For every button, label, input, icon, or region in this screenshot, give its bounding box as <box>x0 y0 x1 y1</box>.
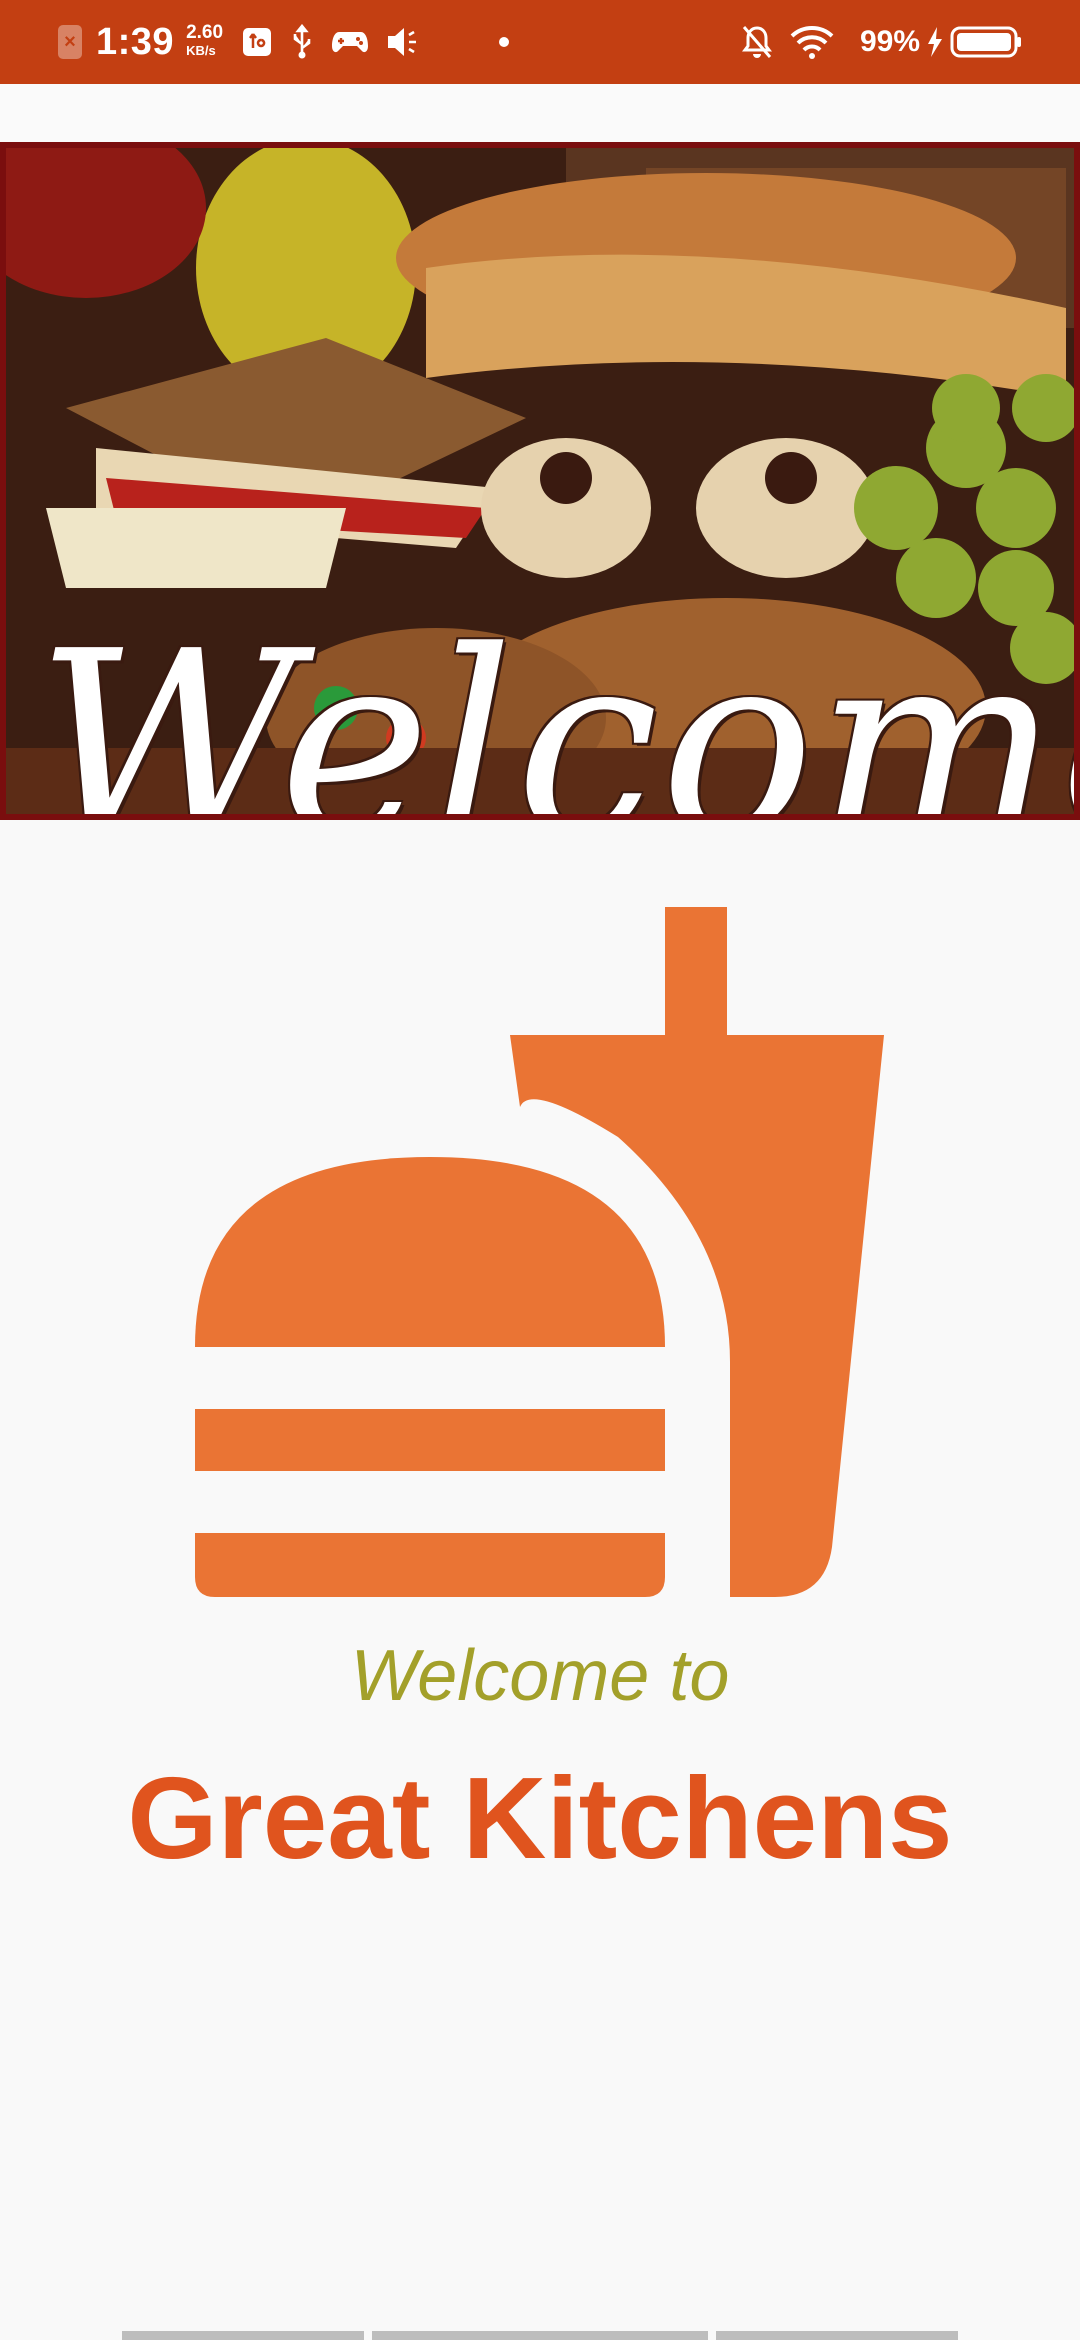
status-bar-left: × 1:39 2.60 KB/s <box>58 0 510 84</box>
indicator-segment <box>122 2331 364 2340</box>
status-bar-right: 99% <box>740 0 1022 84</box>
usb-debug-icon <box>241 26 273 58</box>
welcome-to-text: Welcome to <box>350 1636 730 1716</box>
status-bar: × 1:39 2.60 KB/s 99% <box>0 0 1080 84</box>
gamepad-icon <box>331 28 369 56</box>
volume-icon <box>385 25 423 59</box>
bottom-indicator-bar <box>0 2331 1080 2340</box>
wifi-icon <box>790 25 834 59</box>
status-time: 1:39 <box>96 20 175 63</box>
net-speed-unit: KB/s <box>186 43 216 58</box>
indicator-segment <box>372 2331 708 2340</box>
charging-icon <box>926 26 944 58</box>
usb-icon <box>289 24 315 60</box>
battery-icon <box>950 25 1022 59</box>
net-speed: 2.60 KB/s <box>186 22 224 60</box>
dot-icon <box>499 37 510 47</box>
welcome-banner-image: Welcome! <box>0 142 1080 820</box>
notification-x-icon: × <box>58 25 82 59</box>
burger-drink-icon <box>195 907 885 1600</box>
brand-title: Great Kitchens <box>127 1753 953 1883</box>
app-top-bar <box>0 84 1080 142</box>
banner-welcome-text: Welcome! <box>36 597 1074 820</box>
mute-bell-icon <box>740 24 774 60</box>
battery-percent: 99% <box>859 25 920 58</box>
net-speed-value: 2.60 <box>186 22 224 43</box>
indicator-segment <box>716 2331 958 2340</box>
